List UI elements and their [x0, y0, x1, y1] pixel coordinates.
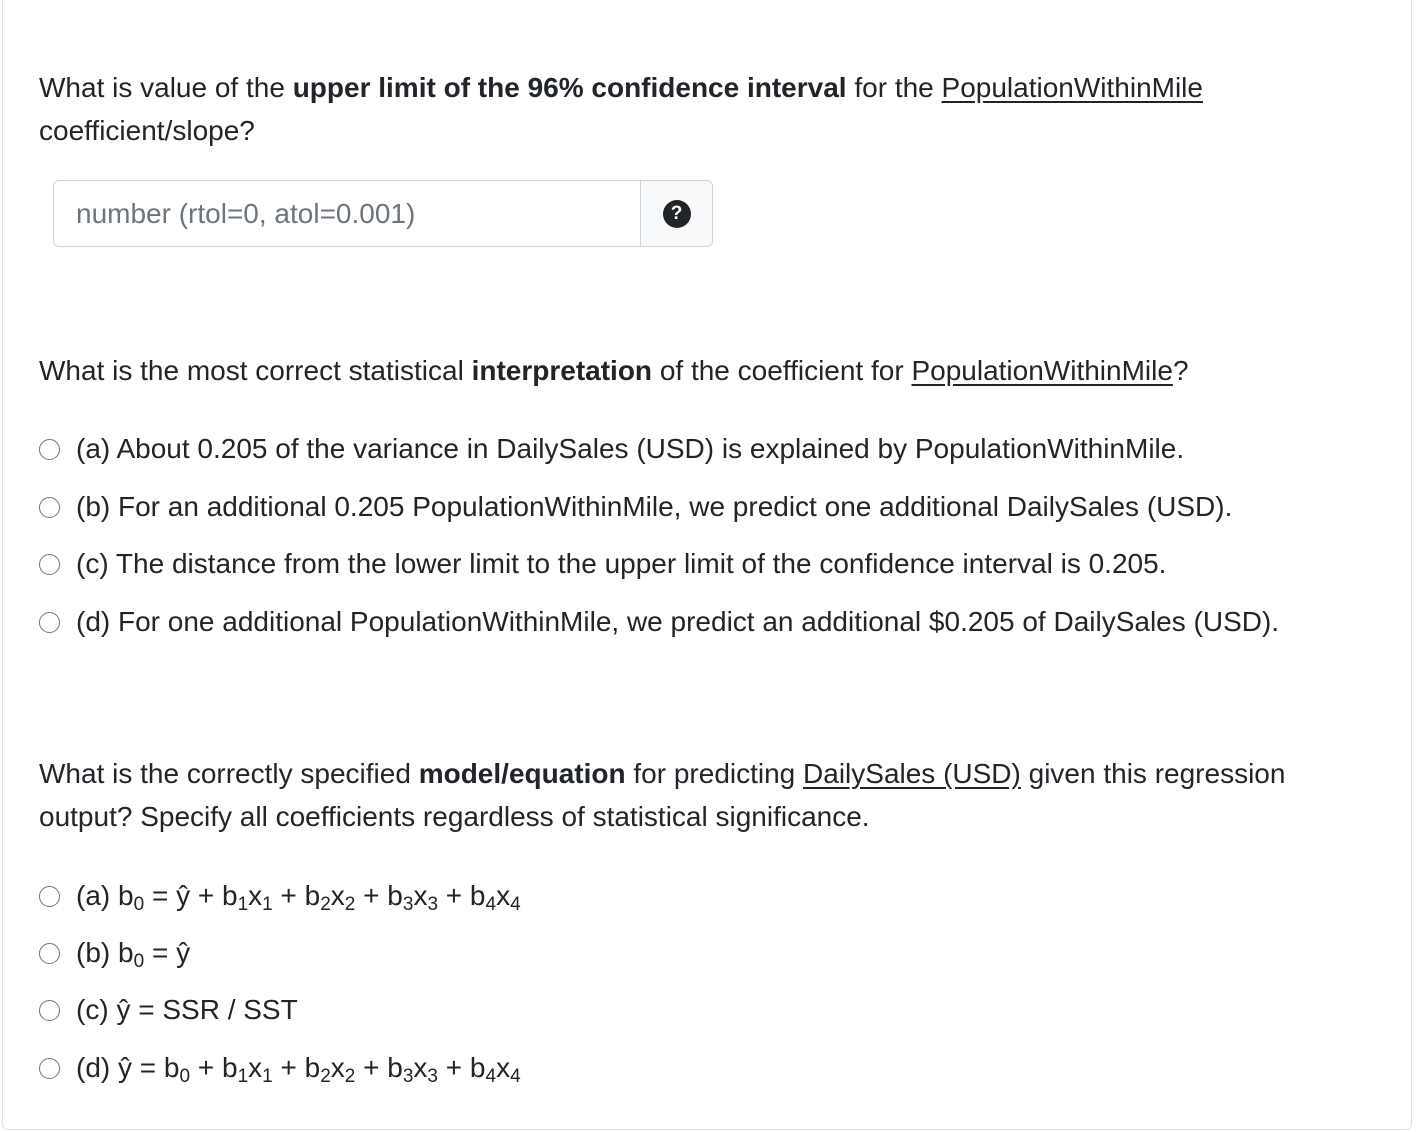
- term: x: [330, 880, 345, 911]
- subscript: 3: [402, 1066, 414, 1087]
- q2-option-b[interactable]: (b) For an additional 0.205 PopulationWi…: [39, 487, 1232, 527]
- subscript: 0: [133, 951, 145, 972]
- option-label: (d) For one additional PopulationWithinM…: [76, 606, 1280, 637]
- subscript: 4: [510, 1066, 521, 1087]
- option-letter: (b): [76, 937, 111, 968]
- option-label: (c) The distance from the lower limit to…: [76, 548, 1167, 579]
- q2-option-a[interactable]: (a) About 0.205 of the variance in Daily…: [39, 429, 1184, 469]
- option-letter: (c): [76, 994, 109, 1025]
- term: x: [248, 1052, 263, 1083]
- term: = ŷ + b: [144, 880, 238, 911]
- term: x: [413, 880, 428, 911]
- q2-option-d[interactable]: (d) For one additional PopulationWithinM…: [39, 602, 1279, 642]
- subscript: 0: [179, 1066, 191, 1087]
- subscript: 1: [262, 1066, 273, 1087]
- subscript: 2: [344, 1066, 356, 1087]
- radio-button[interactable]: [39, 496, 60, 518]
- question-1-prompt: What is value of the upper limit of the …: [39, 66, 1203, 152]
- term: + b: [438, 880, 486, 911]
- q2-suffix: ?: [1172, 355, 1189, 386]
- subscript: 4: [510, 894, 521, 915]
- term: x: [248, 880, 263, 911]
- q1-prefix: What is value of the: [39, 72, 293, 103]
- q2-middle: of the coefficient for: [652, 355, 912, 386]
- q3-bold: model/equation: [418, 758, 626, 789]
- q1-line2: coefficient/slope?: [39, 115, 255, 146]
- option-label: (a) b0 = ŷ + b1x1 + b2x2 + b3x3 + b4x4: [76, 880, 521, 915]
- term: b: [118, 880, 134, 911]
- term: x: [496, 880, 511, 911]
- option-letter: (d): [76, 1052, 111, 1083]
- q3-prefix: What is the correctly specified: [39, 758, 419, 789]
- q1-bold: upper limit of the 96% confidence interv…: [292, 72, 847, 103]
- term: b: [118, 937, 134, 968]
- q3-option-d[interactable]: (d) ŷ = b0 + b1x1 + b2x2 + b3x3 + b4x4: [39, 1048, 521, 1088]
- term: x: [330, 1052, 345, 1083]
- q3-option-b[interactable]: (b) b0 = ŷ: [39, 933, 190, 973]
- option-label: (a) About 0.205 of the variance in Daily…: [76, 433, 1185, 464]
- q3-variable: DailySales (USD): [803, 758, 1021, 789]
- question-3-prompt: What is the correctly specified model/eq…: [39, 752, 1285, 838]
- term: + b: [355, 1052, 403, 1083]
- term: + b: [355, 880, 403, 911]
- subscript: 3: [402, 894, 414, 915]
- term: + b: [190, 1052, 238, 1083]
- term: = ŷ: [144, 937, 191, 968]
- subscript: 1: [237, 1066, 249, 1087]
- q3-option-c[interactable]: (c) ŷ = SSR / SST: [39, 990, 298, 1030]
- q1-middle: for the: [846, 72, 942, 103]
- term: ŷ = SSR / SST: [116, 994, 298, 1025]
- q2-option-c[interactable]: (c) The distance from the lower limit to…: [39, 544, 1166, 584]
- question-2-prompt: What is the most correct statistical int…: [39, 349, 1189, 392]
- radio-button[interactable]: [39, 611, 60, 633]
- answer-number-input[interactable]: [53, 180, 640, 247]
- option-label: (c) ŷ = SSR / SST: [76, 994, 298, 1026]
- answer-input-group: ?: [53, 180, 713, 247]
- radio-button[interactable]: [39, 942, 60, 964]
- subscript: 1: [262, 894, 273, 915]
- question-mark-icon: ?: [662, 199, 691, 228]
- term: + b: [272, 880, 321, 911]
- q1-variable: PopulationWithinMile: [941, 72, 1203, 103]
- term: + b: [438, 1052, 486, 1083]
- radio-button[interactable]: [39, 999, 60, 1021]
- subscript: 3: [427, 1066, 438, 1087]
- subscript: 1: [237, 894, 249, 915]
- option-label: (d) ŷ = b0 + b1x1 + b2x2 + b3x3 + b4x4: [76, 1052, 521, 1087]
- q2-bold: interpretation: [471, 355, 653, 386]
- radio-button[interactable]: [39, 553, 60, 575]
- radio-button[interactable]: [39, 885, 60, 907]
- q3-middle: for predicting: [625, 758, 804, 789]
- q3-option-a[interactable]: (a) b0 = ŷ + b1x1 + b2x2 + b3x3 + b4x4: [39, 876, 521, 916]
- option-label: (b) b0 = ŷ: [76, 937, 191, 972]
- subscript: 2: [320, 894, 331, 915]
- q2-prefix: What is the most correct statistical: [39, 355, 472, 386]
- subscript: 2: [320, 1066, 331, 1087]
- subscript: 0: [133, 894, 145, 915]
- radio-button[interactable]: [39, 1057, 60, 1079]
- subscript: 4: [485, 1066, 497, 1087]
- radio-button[interactable]: [39, 438, 60, 460]
- option-label: (b) For an additional 0.205 PopulationWi…: [76, 491, 1233, 522]
- q2-variable: PopulationWithinMile: [911, 355, 1173, 386]
- help-button[interactable]: ?: [640, 180, 713, 247]
- term: x: [496, 1052, 511, 1083]
- q3-line2: output? Specify all coefficients regardl…: [39, 801, 870, 832]
- option-letter: (a): [76, 880, 111, 911]
- subscript: 2: [344, 894, 356, 915]
- term: x: [413, 1052, 428, 1083]
- subscript: 4: [485, 894, 497, 915]
- term: ŷ = b: [118, 1052, 180, 1083]
- q3-suffix: given this regression: [1020, 758, 1286, 789]
- subscript: 3: [427, 894, 439, 915]
- term: + b: [272, 1052, 321, 1083]
